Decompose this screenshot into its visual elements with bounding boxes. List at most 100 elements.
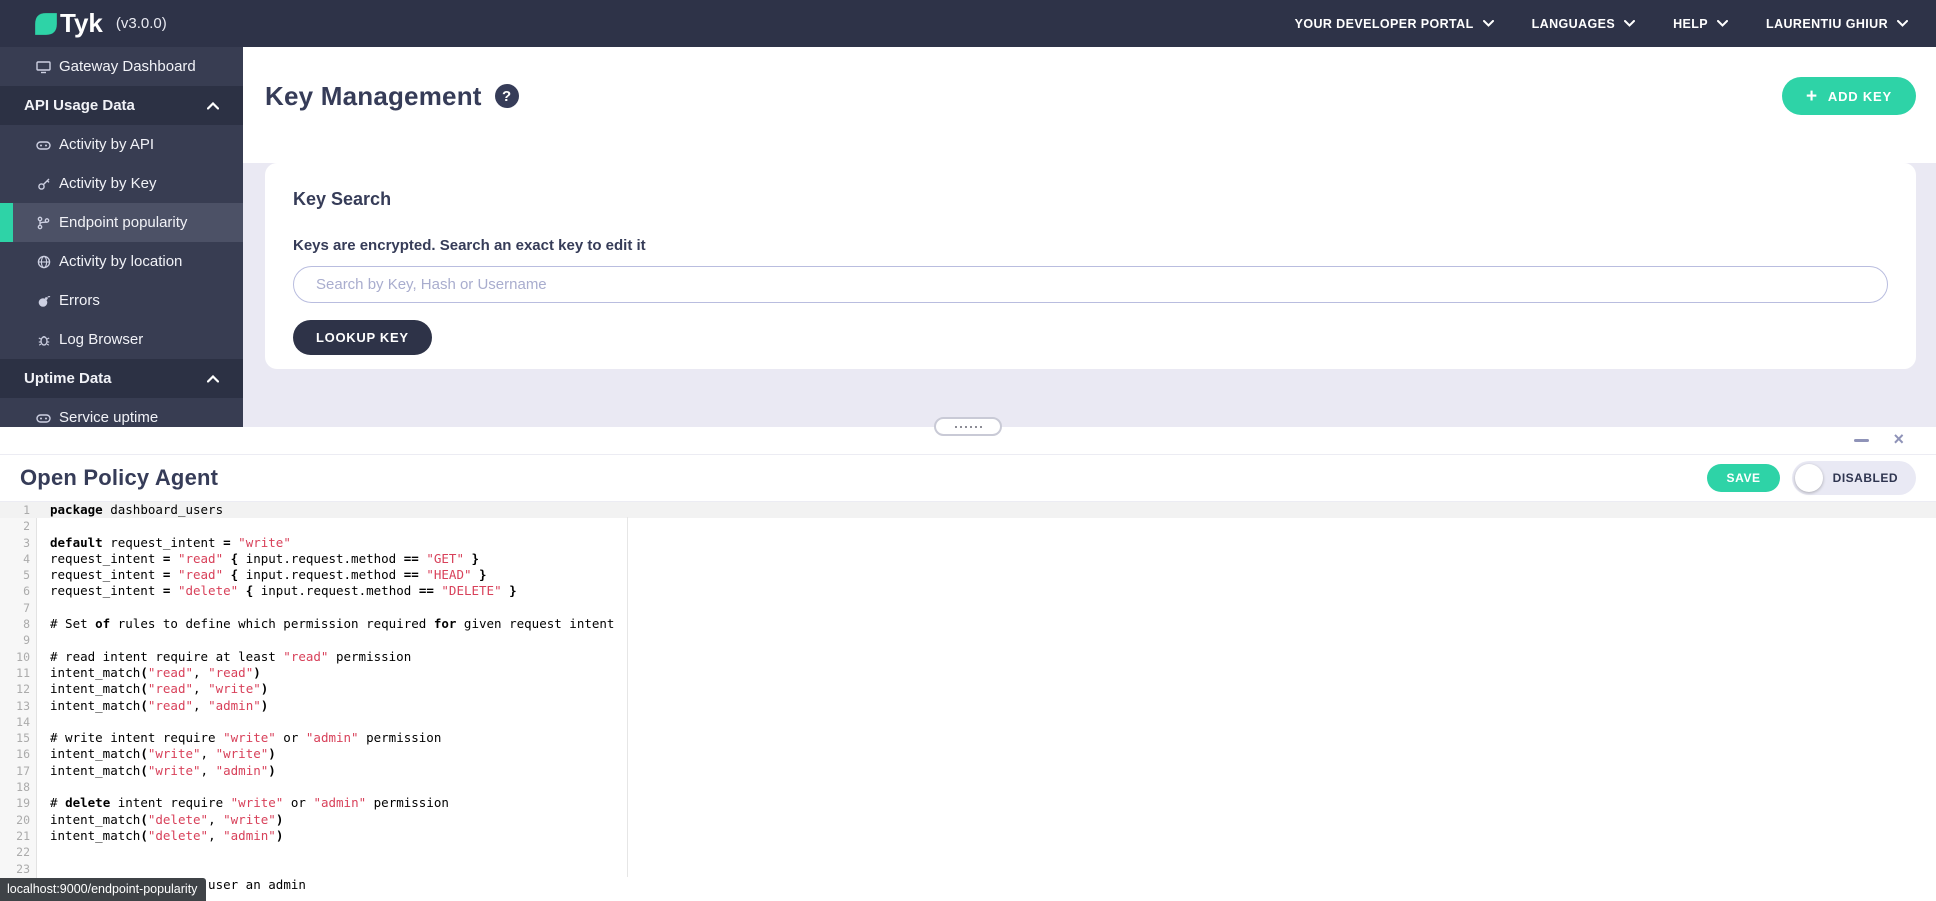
key-search-input[interactable] — [293, 266, 1888, 303]
line-content: request_intent = "read" { input.request.… — [37, 567, 487, 583]
code-line-1[interactable]: 1package dashboard_users — [0, 502, 1936, 518]
code-line-15[interactable]: 15# write intent require "write" or "adm… — [0, 730, 1936, 746]
save-button[interactable]: SAVE — [1707, 464, 1779, 492]
line-number: 2 — [0, 518, 37, 534]
sidebar-item-label: Endpoint popularity — [59, 214, 187, 231]
code-line-10[interactable]: 10# read intent require at least "read" … — [0, 649, 1936, 665]
code-line-2[interactable]: 2 — [0, 518, 1936, 534]
code-lines: 1package dashboard_users23default reques… — [0, 502, 1936, 893]
editor-divider — [627, 517, 628, 877]
line-number: 22 — [0, 844, 37, 860]
add-key-label: ADD KEY — [1828, 89, 1892, 104]
enabled-toggle[interactable]: DISABLED — [1792, 461, 1916, 495]
sidebar-item-uptime-data[interactable]: Uptime Data — [0, 359, 243, 398]
topbar-menu-your-developer-portal[interactable]: YOUR DEVELOPER PORTAL — [1295, 17, 1494, 31]
code-line-11[interactable]: 11intent_match("read", "read") — [0, 665, 1936, 681]
help-icon[interactable]: ? — [495, 84, 519, 108]
bug-icon — [36, 333, 51, 347]
sidebar-item-gateway-dashboard[interactable]: Gateway Dashboard — [0, 47, 243, 86]
code-line-7[interactable]: 7 — [0, 600, 1936, 616]
code-line-17[interactable]: 17intent_match("write", "admin") — [0, 763, 1936, 779]
tyk-logo: Tyk (v3.0.0) — [33, 8, 167, 39]
line-number: 7 — [0, 600, 37, 616]
code-line-13[interactable]: 13intent_match("read", "admin") — [0, 698, 1936, 714]
code-line-16[interactable]: 16intent_match("write", "write") — [0, 746, 1936, 762]
line-number: 14 — [0, 714, 37, 730]
line-content — [37, 632, 50, 648]
opa-panel: × Open Policy Agent SAVE DISABLED 1packa… — [0, 427, 1936, 901]
panel-title: Open Policy Agent — [20, 465, 218, 491]
panel-resize-handle[interactable] — [934, 417, 1002, 436]
brand-name: Tyk — [60, 8, 103, 39]
line-content: intent_match("write", "write") — [37, 746, 276, 762]
line-content: intent_match("delete", "admin") — [37, 828, 283, 844]
code-line-21[interactable]: 21intent_match("delete", "admin") — [0, 828, 1936, 844]
sidebar-item-label: Activity by Key — [59, 175, 157, 192]
code-line-22[interactable]: 22 — [0, 844, 1936, 860]
topbar-menu-help[interactable]: HELP — [1673, 17, 1728, 31]
panel-header: Open Policy Agent SAVE DISABLED — [0, 455, 1936, 502]
content-header: Key Management ? + ADD KEY — [243, 47, 1936, 145]
sidebar-item-endpoint-popularity[interactable]: Endpoint popularity — [0, 203, 243, 242]
line-content: request_intent = "delete" { input.reques… — [37, 583, 517, 599]
code-line-20[interactable]: 20intent_match("delete", "write") — [0, 812, 1936, 828]
line-content — [37, 844, 50, 860]
code-line-3[interactable]: 3default request_intent = "write" — [0, 535, 1936, 551]
sidebar-item-activity-by-api[interactable]: Activity by API — [0, 125, 243, 164]
topbar-menu-laurentiu-ghiur[interactable]: LAURENTIU GHIUR — [1766, 17, 1908, 31]
sidebar-item-activity-by-location[interactable]: Activity by location — [0, 242, 243, 281]
code-line-4[interactable]: 4request_intent = "read" { input.request… — [0, 551, 1936, 567]
lookup-key-button[interactable]: LOOKUP KEY — [293, 320, 432, 355]
code-line-5[interactable]: 5request_intent = "read" { input.request… — [0, 567, 1936, 583]
topbar-menu: YOUR DEVELOPER PORTAL LANGUAGES HELP LAUREN… — [1295, 17, 1908, 31]
key-icon — [36, 177, 51, 191]
topbar: Tyk (v3.0.0) YOUR DEVELOPER PORTAL LANGUA… — [0, 0, 1936, 47]
code-line-18[interactable]: 18 — [0, 779, 1936, 795]
globe-icon — [36, 255, 51, 269]
sidebar-item-log-browser[interactable]: Log Browser — [0, 320, 243, 359]
add-key-button[interactable]: + ADD KEY — [1782, 77, 1916, 115]
line-number: 11 — [0, 665, 37, 681]
chevron-down-icon — [1483, 20, 1494, 27]
sidebar: Gateway Dashboard API Usage Data Activity … — [0, 47, 243, 427]
toggle-label: DISABLED — [1823, 471, 1913, 485]
line-content: # read intent require at least "read" pe… — [37, 649, 411, 665]
sidebar-section-label: API Usage Data — [24, 97, 135, 114]
close-icon[interactable]: × — [1893, 430, 1904, 448]
code-line-19[interactable]: 19# delete intent require "write" or "ad… — [0, 795, 1936, 811]
code-line-24[interactable]: 24# Helper to check if user an admin — [0, 877, 1936, 893]
line-number: 16 — [0, 746, 37, 762]
code-line-14[interactable]: 14 — [0, 714, 1936, 730]
line-number: 18 — [0, 779, 37, 795]
topbar-menu-languages[interactable]: LANGUAGES — [1532, 17, 1635, 31]
line-content — [37, 600, 50, 616]
line-number: 21 — [0, 828, 37, 844]
branch-icon — [36, 216, 51, 230]
line-number: 23 — [0, 861, 37, 877]
code-line-12[interactable]: 12intent_match("read", "write") — [0, 681, 1936, 697]
card-title: Key Search — [293, 189, 1888, 210]
menu-label: YOUR DEVELOPER PORTAL — [1295, 17, 1474, 31]
card-description: Keys are encrypted. Search an exact key … — [293, 237, 1888, 254]
sidebar-item-activity-by-key[interactable]: Activity by Key — [0, 164, 243, 203]
code-line-8[interactable]: 8# Set of rules to define which permissi… — [0, 616, 1936, 632]
sidebar-item-api-usage-data[interactable]: API Usage Data — [0, 86, 243, 125]
page-title: Key Management — [265, 81, 482, 112]
line-content: default request_intent = "write" — [37, 535, 291, 551]
code-line-23[interactable]: 23 — [0, 861, 1936, 877]
line-content: intent_match("read", "read") — [37, 665, 261, 681]
code-line-9[interactable]: 9 — [0, 632, 1936, 648]
sidebar-item-errors[interactable]: Errors — [0, 281, 243, 320]
code-editor[interactable]: 1package dashboard_users23default reques… — [0, 502, 1936, 899]
minimize-icon[interactable] — [1854, 439, 1869, 442]
line-number: 20 — [0, 812, 37, 828]
line-number: 13 — [0, 698, 37, 714]
line-number: 1 — [0, 502, 37, 518]
content-body: Key Search Keys are encrypted. Search an… — [243, 163, 1936, 445]
line-number: 4 — [0, 551, 37, 567]
line-content: package dashboard_users — [37, 502, 223, 518]
sidebar-item-service-uptime[interactable]: Service uptime — [0, 398, 243, 427]
line-content: intent_match("write", "admin") — [37, 763, 276, 779]
code-line-6[interactable]: 6request_intent = "delete" { input.reque… — [0, 583, 1936, 599]
line-number: 15 — [0, 730, 37, 746]
